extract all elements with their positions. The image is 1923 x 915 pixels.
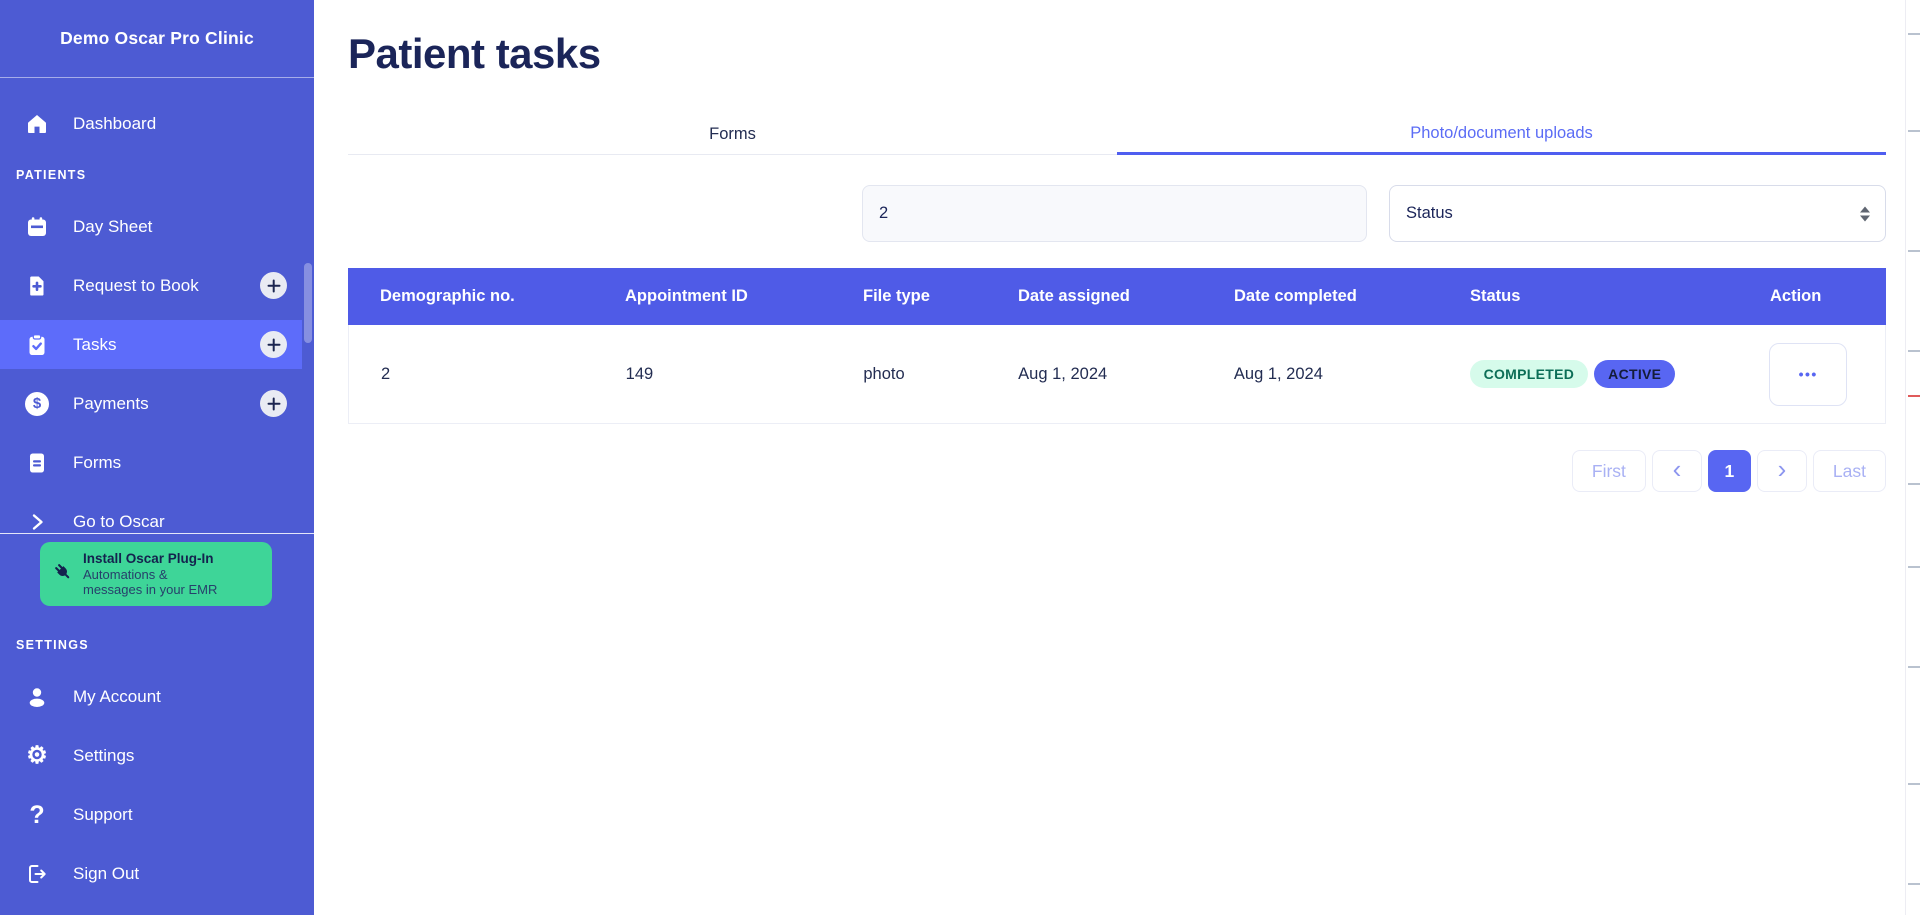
pagination-first-button[interactable]: First bbox=[1571, 450, 1646, 492]
sidebar-item-support[interactable]: ? Support bbox=[0, 785, 314, 844]
cell-demographic-no: 2 bbox=[381, 364, 391, 383]
status-badge-active: ACTIVE bbox=[1594, 360, 1676, 388]
gear-icon: ⚙ bbox=[26, 741, 48, 769]
clipboard-check-icon bbox=[25, 333, 49, 357]
dollar-circle-icon: $ bbox=[25, 391, 49, 416]
sign-out-icon bbox=[25, 862, 49, 886]
patients-section-label: PATIENTS bbox=[16, 168, 87, 182]
question-mark-icon: ? bbox=[29, 800, 45, 829]
cell-appointment-id: 149 bbox=[625, 364, 654, 383]
scrollbar-marker bbox=[1908, 566, 1920, 568]
add-task-button[interactable] bbox=[260, 331, 287, 358]
scrollbar-marker-red bbox=[1908, 395, 1920, 397]
plug-icon bbox=[52, 561, 74, 588]
status-badge-completed: COMPLETED bbox=[1469, 360, 1589, 388]
clinic-name: Demo Oscar Pro Clinic bbox=[0, 0, 314, 78]
status-select[interactable]: Status bbox=[1389, 185, 1886, 242]
add-payment-button[interactable] bbox=[260, 390, 287, 417]
document-plus-icon bbox=[25, 274, 49, 298]
pagination-prev-button[interactable]: ‹ bbox=[1651, 450, 1702, 492]
sidebar-item-label: Settings bbox=[73, 745, 135, 765]
page-scrollbar-gutter[interactable] bbox=[1905, 0, 1923, 915]
column-header-demographic-no: Demographic no. bbox=[380, 287, 515, 305]
column-header-status: Status bbox=[1470, 287, 1521, 305]
install-plugin-banner[interactable]: Install Oscar Plug-In Automations & mess… bbox=[40, 542, 272, 606]
sidebar-item-forms[interactable]: Forms bbox=[0, 433, 314, 492]
banner-subtitle-line1: Automations & bbox=[83, 566, 168, 582]
cell-status: COMPLETED ACTIVE bbox=[1438, 360, 1738, 388]
sidebar-item-my-account[interactable]: My Account bbox=[0, 667, 314, 726]
sidebar-item-sign-out[interactable]: Sign Out bbox=[0, 844, 314, 903]
tab-forms[interactable]: Forms bbox=[348, 115, 1117, 155]
column-header-appointment-id: Appointment ID bbox=[625, 287, 748, 305]
sidebar-item-payments[interactable]: $ Payments bbox=[0, 374, 314, 433]
scrollbar-marker bbox=[1908, 783, 1920, 785]
sidebar-item-dashboard[interactable]: Dashboard bbox=[0, 94, 314, 153]
cell-date-completed: Aug 1, 2024 bbox=[1233, 364, 1323, 383]
scrollbar-marker bbox=[1908, 350, 1920, 352]
sidebar-item-label: Tasks bbox=[73, 334, 117, 354]
main-content: Patient tasks Forms Photo/document uploa… bbox=[314, 0, 1923, 915]
sidebar-item-label: Sign Out bbox=[73, 863, 140, 883]
column-header-date-completed: Date completed bbox=[1234, 287, 1357, 305]
tasks-table: Demographic no. Appointment ID File type… bbox=[348, 268, 1886, 424]
ellipsis-icon: ••• bbox=[1798, 366, 1818, 382]
pagination-page-1-button[interactable]: 1 bbox=[1707, 450, 1751, 492]
person-icon bbox=[25, 685, 49, 709]
chevron-right-icon bbox=[25, 510, 49, 534]
home-icon bbox=[25, 112, 49, 136]
sidebar-item-label: Forms bbox=[73, 452, 122, 472]
sidebar-item-tasks[interactable]: Tasks bbox=[0, 315, 314, 374]
sidebar-item-day-sheet[interactable]: Day Sheet bbox=[0, 197, 314, 256]
tab-bar: Forms Photo/document uploads bbox=[348, 115, 1886, 155]
sidebar-nav-scroll-area: Dashboard PATIENTS Day Sheet Request to … bbox=[0, 78, 314, 533]
scrollbar-marker bbox=[1908, 666, 1920, 668]
sidebar-item-label: Dashboard bbox=[73, 113, 157, 133]
calendar-icon bbox=[25, 215, 49, 239]
settings-section-label: SETTINGS bbox=[16, 638, 89, 652]
sidebar-item-settings[interactable]: ⚙ Settings bbox=[0, 726, 314, 785]
sidebar-item-label: Support bbox=[73, 804, 133, 824]
table-row: 2 149 photo Aug 1, 2024 Aug 1, 2024 COMP… bbox=[348, 325, 1886, 424]
pagination: First ‹ 1 › Last bbox=[348, 450, 1886, 492]
sidebar-item-label: My Account bbox=[73, 686, 161, 706]
settings-nav-group: My Account ⚙ Settings ? Support Sign Out bbox=[0, 667, 314, 903]
row-actions-button[interactable]: ••• bbox=[1769, 342, 1848, 406]
column-header-file-type: File type bbox=[863, 287, 930, 305]
banner-text: Install Oscar Plug-In Automations & mess… bbox=[83, 551, 217, 598]
scrollbar-marker bbox=[1908, 483, 1920, 485]
tab-photo-document-uploads[interactable]: Photo/document uploads bbox=[1117, 115, 1886, 155]
page-title: Patient tasks bbox=[348, 30, 601, 77]
sidebar-item-label: Request to Book bbox=[73, 275, 199, 295]
cell-file-type: photo bbox=[863, 364, 905, 383]
sidebar-item-label: Go to Oscar bbox=[73, 511, 165, 531]
filter-controls: Status bbox=[348, 185, 1886, 242]
cell-date-assigned: Aug 1, 2024 bbox=[1018, 364, 1108, 383]
sidebar-item-label: Payments bbox=[73, 393, 149, 413]
search-input[interactable] bbox=[862, 185, 1367, 242]
column-header-date-assigned: Date assigned bbox=[1018, 287, 1130, 305]
column-header-action: Action bbox=[1770, 287, 1822, 305]
sidebar-item-request-to-book[interactable]: Request to Book bbox=[0, 256, 314, 315]
scrollbar-marker bbox=[1908, 883, 1920, 885]
document-icon bbox=[25, 451, 49, 475]
sidebar-bottom-section: Install Oscar Plug-In Automations & mess… bbox=[0, 533, 314, 915]
sidebar-scrollbar-thumb[interactable] bbox=[304, 263, 312, 343]
add-request-to-book-button[interactable] bbox=[260, 272, 287, 299]
scrollbar-marker bbox=[1908, 130, 1920, 132]
banner-subtitle-line2: messages in your EMR bbox=[83, 582, 218, 598]
pagination-last-button[interactable]: Last bbox=[1812, 450, 1886, 492]
sidebar-item-go-to-oscar[interactable]: Go to Oscar bbox=[0, 492, 314, 533]
sidebar: Demo Oscar Pro Clinic Dashboard PATIENTS… bbox=[0, 0, 314, 915]
pagination-next-button[interactable]: › bbox=[1756, 450, 1807, 492]
scrollbar-marker bbox=[1908, 33, 1920, 35]
select-stepper-icon bbox=[1860, 206, 1870, 221]
sidebar-item-label: Day Sheet bbox=[73, 216, 153, 236]
table-header-row: Demographic no. Appointment ID File type… bbox=[348, 268, 1886, 325]
cell-action: ••• bbox=[1737, 342, 1885, 406]
status-select-value: Status bbox=[1406, 204, 1453, 222]
scrollbar-marker bbox=[1908, 250, 1920, 252]
banner-title: Install Oscar Plug-In bbox=[83, 550, 214, 566]
